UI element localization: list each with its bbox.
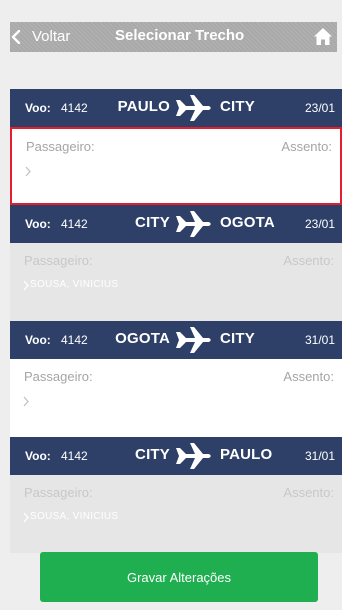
flight-segment[interactable]: Voo: 4142 OGOTA CITY 31/01 Passageiro: A… (10, 321, 342, 437)
destination-city: OGOTA (220, 214, 275, 231)
airplane-icon (176, 211, 211, 237)
passenger-label: Passageiro: (24, 253, 93, 268)
flight-segment: Voo: 4142 CITY OGOTA 23/01 Passageiro: A… (10, 205, 342, 321)
passenger-row: Passageiro: Assento: SOUSA, VINICIUS (10, 243, 342, 321)
flight-number-label: Voo: (25, 217, 51, 231)
origin-city: CITY (135, 446, 170, 463)
back-label: Voltar (32, 28, 71, 45)
passenger-label: Passageiro: (24, 485, 93, 500)
passenger-name: SOUSA, VINICIUS (30, 511, 119, 522)
destination-city: CITY (220, 330, 255, 347)
flight-header: Voo: 4142 CITY PAULO 31/01 (10, 437, 342, 475)
save-changes-button[interactable]: Gravar Alterações (40, 552, 318, 602)
destination-city: PAULO (220, 446, 273, 463)
flight-number: 4142 (61, 449, 88, 463)
flight-segment: Voo: 4142 CITY PAULO 31/01 Passageiro: A… (10, 437, 342, 553)
chevron-left-icon (11, 30, 21, 44)
airplane-icon (176, 95, 211, 121)
passenger-label: Passageiro: (26, 139, 95, 154)
origin-city: CITY (135, 214, 170, 231)
origin-city: OGOTA (115, 330, 170, 347)
navigation-bar: Voltar Selecionar Trecho (10, 22, 337, 52)
flight-date: 31/01 (304, 333, 335, 347)
destination-city: CITY (220, 98, 255, 115)
passenger-row: Passageiro: Assento: SOUSA, VINICIUS (10, 475, 342, 553)
origin-city: PAULO (117, 98, 170, 115)
passenger-label: Passageiro: (24, 369, 93, 384)
back-button[interactable]: Voltar (10, 22, 90, 52)
chevron-right-icon (23, 280, 29, 291)
passenger-row[interactable]: Passageiro: Assento: (10, 359, 342, 437)
chevron-right-icon (25, 166, 31, 177)
airplane-icon (176, 443, 211, 469)
seat-label: Assento: (281, 139, 332, 154)
chevron-right-icon (23, 396, 29, 407)
flight-header: Voo: 4142 CITY OGOTA 23/01 (10, 205, 342, 243)
flight-number: 4142 (61, 101, 88, 115)
flight-header: Voo: 4142 OGOTA CITY 31/01 (10, 321, 342, 359)
passenger-name: SOUSA, VINICIUS (30, 279, 119, 290)
chevron-right-icon (23, 512, 29, 523)
passenger-row[interactable]: Passageiro: Assento: (10, 127, 342, 205)
flight-date: 23/01 (304, 101, 335, 115)
flight-number-label: Voo: (25, 449, 51, 463)
home-icon[interactable] (313, 27, 333, 46)
flight-number-label: Voo: (25, 101, 51, 115)
flight-date: 23/01 (304, 217, 335, 231)
seat-label: Assento: (283, 253, 334, 268)
airplane-icon (176, 327, 211, 353)
flight-number: 4142 (61, 217, 88, 231)
page-title: Selecionar Trecho (115, 27, 245, 44)
seat-label: Assento: (283, 485, 334, 500)
flight-segment[interactable]: Voo: 4142 PAULO CITY 23/01 Passageiro: A… (10, 89, 342, 205)
flight-number-label: Voo: (25, 333, 51, 347)
flight-number: 4142 (61, 333, 88, 347)
flight-date: 31/01 (304, 449, 335, 463)
seat-label: Assento: (283, 369, 334, 384)
flight-header: Voo: 4142 PAULO CITY 23/01 (10, 89, 342, 127)
